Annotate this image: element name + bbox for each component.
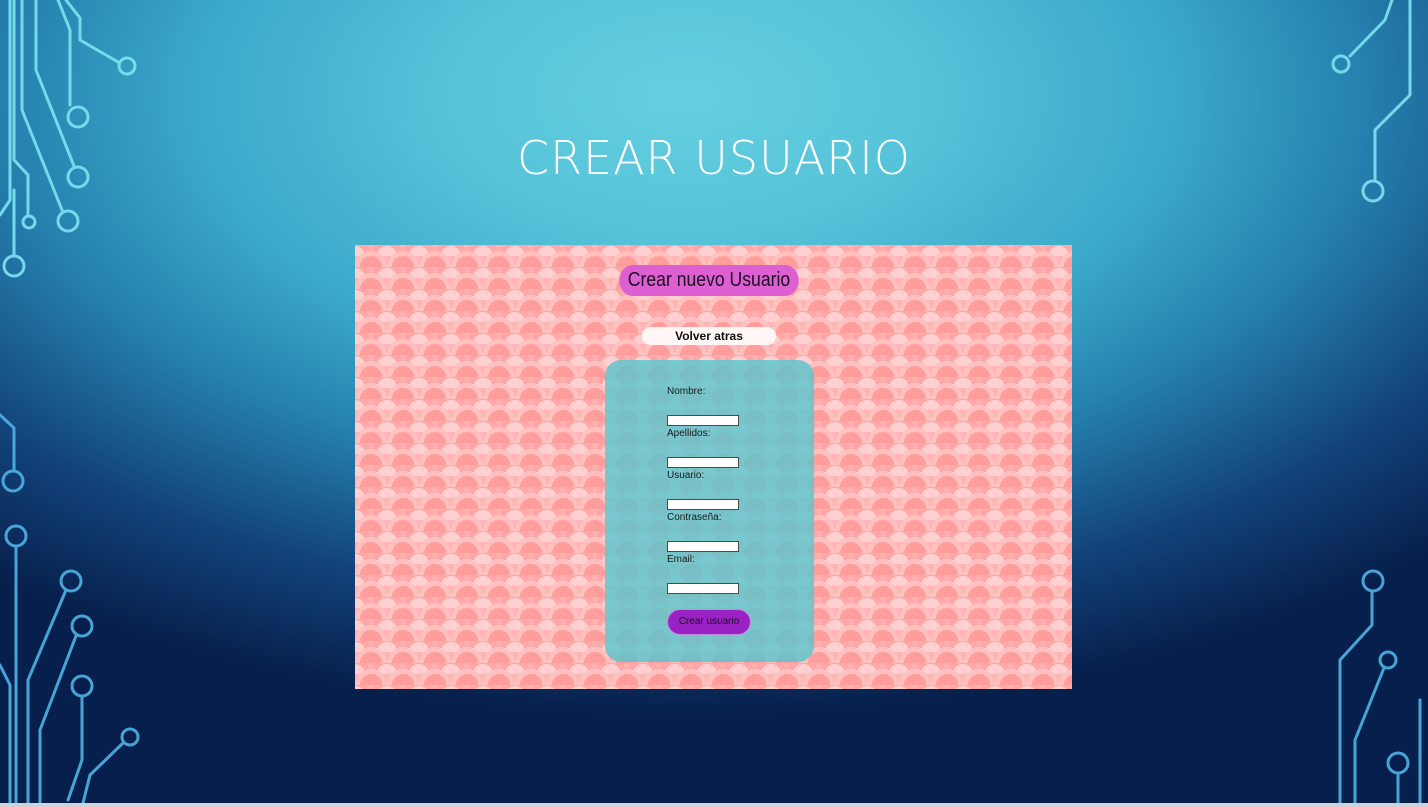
name-label: Nombre: [667,386,706,397]
email-label: Email: [667,554,695,565]
name-input[interactable] [667,415,739,426]
username-input[interactable] [667,499,739,510]
slide-title: Crear usuario [517,131,911,185]
username-label: Usuario: [667,470,705,481]
surname-label: Apellidos: [667,428,711,439]
app-screenshot: Crear nuevo Usuario Volver atras Nombre:… [355,245,1072,689]
back-button[interactable]: Volver atras [642,327,776,345]
password-input[interactable] [667,541,739,552]
email-input[interactable] [667,583,739,594]
password-label: Contraseña: [667,512,722,523]
bottom-divider [0,803,1428,807]
create-user-form: Nombre: Apellidos: Usuario: Contraseña: … [605,360,814,662]
create-user-button[interactable]: Crear usuario [668,610,750,634]
page-heading: Crear nuevo Usuario [619,265,799,296]
surname-input[interactable] [667,457,739,468]
